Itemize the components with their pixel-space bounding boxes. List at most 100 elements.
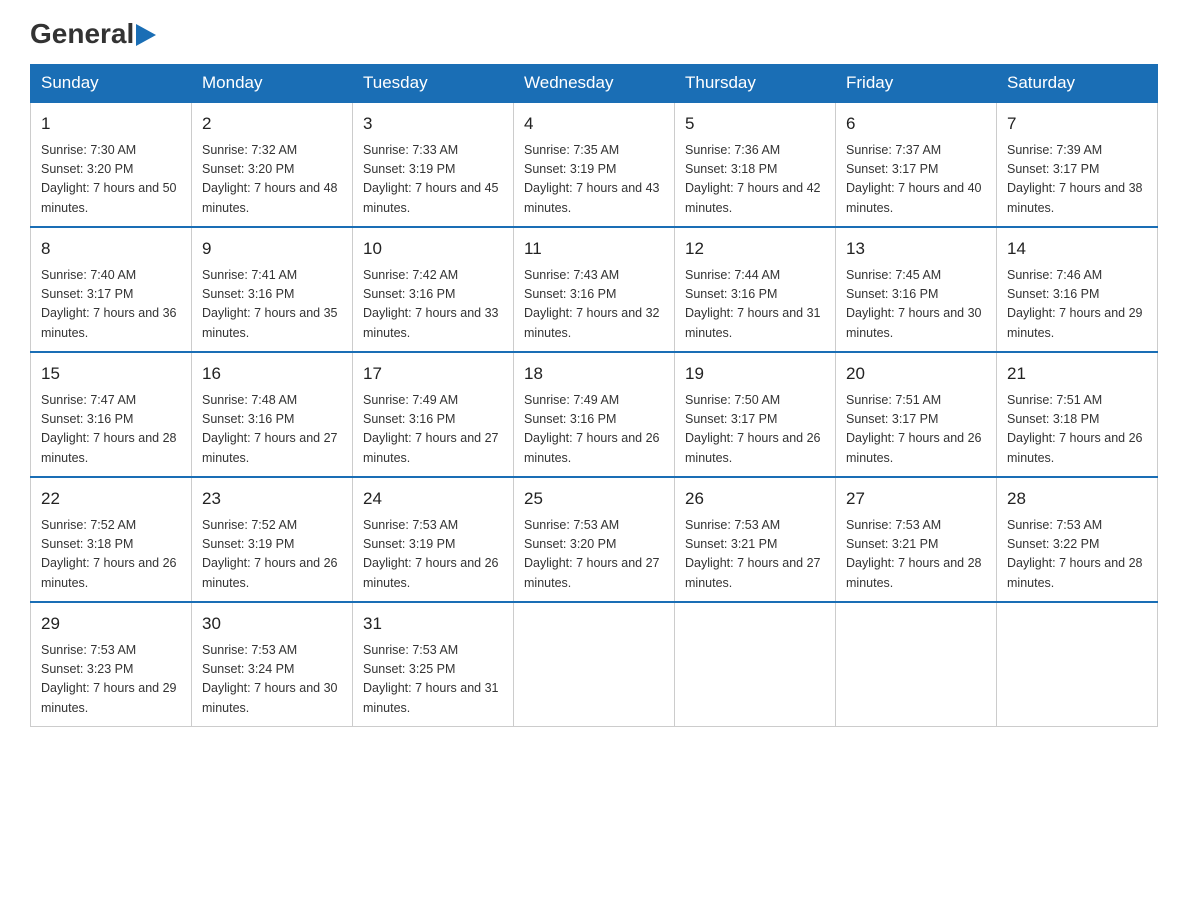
calendar-header: SundayMondayTuesdayWednesdayThursdayFrid… <box>31 65 1158 103</box>
weekday-header-monday: Monday <box>192 65 353 103</box>
day-number: 15 <box>41 361 181 387</box>
calendar-cell: 14 Sunrise: 7:46 AMSunset: 3:16 PMDayligh… <box>997 227 1158 352</box>
calendar-week-4: 22Sunrise: 7:52 AMSunset: 3:18 PMDayligh… <box>31 477 1158 602</box>
day-info: Sunrise: 7:37 AMSunset: 3:17 PMDaylight:… <box>846 141 986 219</box>
weekday-header-wednesday: Wednesday <box>514 65 675 103</box>
calendar-cell: 13 Sunrise: 7:45 AMSunset: 3:16 PMDayligh… <box>836 227 997 352</box>
day-info: Sunrise: 7:53 AMSunset: 3:24 PMDaylight:… <box>202 641 342 719</box>
day-number: 24 <box>363 486 503 512</box>
day-info: Sunrise: 7:52 AMSunset: 3:19 PMDaylight:… <box>202 516 342 594</box>
day-number: 30 <box>202 611 342 637</box>
calendar-week-1: 1 Sunrise: 7:30 AMSunset: 3:20 PMDaylight… <box>31 102 1158 227</box>
logo-main: General <box>30 20 156 48</box>
day-info: Sunrise: 7:43 AMSunset: 3:16 PMDaylight:… <box>524 266 664 344</box>
calendar-cell: 17 Sunrise: 7:49 AMSunset: 3:16 PMDayligh… <box>353 352 514 477</box>
day-info: Sunrise: 7:39 AMSunset: 3:17 PMDaylight:… <box>1007 141 1147 219</box>
day-number: 31 <box>363 611 503 637</box>
calendar-cell: 11 Sunrise: 7:43 AMSunset: 3:16 PMDayligh… <box>514 227 675 352</box>
day-info: Sunrise: 7:49 AMSunset: 3:16 PMDaylight:… <box>363 391 503 469</box>
day-info: Sunrise: 7:53 AMSunset: 3:21 PMDaylight:… <box>846 516 986 594</box>
calendar-cell: 19 Sunrise: 7:50 AMSunset: 3:17 PMDayligh… <box>675 352 836 477</box>
day-number: 20 <box>846 361 986 387</box>
day-info: Sunrise: 7:46 AMSunset: 3:16 PMDaylight:… <box>1007 266 1147 344</box>
calendar-cell <box>514 602 675 727</box>
calendar-table: SundayMondayTuesdayWednesdayThursdayFrid… <box>30 64 1158 727</box>
day-number: 4 <box>524 111 664 137</box>
day-info: Sunrise: 7:52 AMSunset: 3:18 PMDaylight:… <box>41 516 181 594</box>
day-number: 9 <box>202 236 342 262</box>
weekday-header-thursday: Thursday <box>675 65 836 103</box>
day-info: Sunrise: 7:35 AMSunset: 3:19 PMDaylight:… <box>524 141 664 219</box>
calendar-cell: 31 Sunrise: 7:53 AMSunset: 3:25 PMDayligh… <box>353 602 514 727</box>
day-number: 29 <box>41 611 181 637</box>
day-number: 27 <box>846 486 986 512</box>
day-info: Sunrise: 7:32 AMSunset: 3:20 PMDaylight:… <box>202 141 342 219</box>
calendar-cell: 1 Sunrise: 7:30 AMSunset: 3:20 PMDaylight… <box>31 102 192 227</box>
day-number: 11 <box>524 236 664 262</box>
day-number: 13 <box>846 236 986 262</box>
calendar-cell: 29 Sunrise: 7:53 AMSunset: 3:23 PMDayligh… <box>31 602 192 727</box>
calendar-cell: 7 Sunrise: 7:39 AMSunset: 3:17 PMDaylight… <box>997 102 1158 227</box>
weekday-header-friday: Friday <box>836 65 997 103</box>
day-number: 21 <box>1007 361 1147 387</box>
day-info: Sunrise: 7:51 AMSunset: 3:17 PMDaylight:… <box>846 391 986 469</box>
page-header: General <box>30 20 1158 46</box>
day-info: Sunrise: 7:45 AMSunset: 3:16 PMDaylight:… <box>846 266 986 344</box>
day-number: 6 <box>846 111 986 137</box>
day-number: 2 <box>202 111 342 137</box>
day-info: Sunrise: 7:53 AMSunset: 3:19 PMDaylight:… <box>363 516 503 594</box>
calendar-cell: 10Sunrise: 7:42 AMSunset: 3:16 PMDayligh… <box>353 227 514 352</box>
day-info: Sunrise: 7:49 AMSunset: 3:16 PMDaylight:… <box>524 391 664 469</box>
day-number: 7 <box>1007 111 1147 137</box>
calendar-cell: 23 Sunrise: 7:52 AMSunset: 3:19 PMDayligh… <box>192 477 353 602</box>
calendar-cell: 5 Sunrise: 7:36 AMSunset: 3:18 PMDaylight… <box>675 102 836 227</box>
day-info: Sunrise: 7:53 AMSunset: 3:23 PMDaylight:… <box>41 641 181 719</box>
day-number: 1 <box>41 111 181 137</box>
day-number: 25 <box>524 486 664 512</box>
calendar-cell: 3Sunrise: 7:33 AMSunset: 3:19 PMDaylight… <box>353 102 514 227</box>
calendar-cell: 20 Sunrise: 7:51 AMSunset: 3:17 PMDayligh… <box>836 352 997 477</box>
day-info: Sunrise: 7:53 AMSunset: 3:20 PMDaylight:… <box>524 516 664 594</box>
day-number: 26 <box>685 486 825 512</box>
day-info: Sunrise: 7:51 AMSunset: 3:18 PMDaylight:… <box>1007 391 1147 469</box>
weekday-header-sunday: Sunday <box>31 65 192 103</box>
day-info: Sunrise: 7:36 AMSunset: 3:18 PMDaylight:… <box>685 141 825 219</box>
calendar-cell: 9 Sunrise: 7:41 AMSunset: 3:16 PMDaylight… <box>192 227 353 352</box>
calendar-cell: 21 Sunrise: 7:51 AMSunset: 3:18 PMDayligh… <box>997 352 1158 477</box>
calendar-cell <box>675 602 836 727</box>
day-info: Sunrise: 7:30 AMSunset: 3:20 PMDaylight:… <box>41 141 181 219</box>
calendar-cell: 2 Sunrise: 7:32 AMSunset: 3:20 PMDaylight… <box>192 102 353 227</box>
calendar-cell: 4 Sunrise: 7:35 AMSunset: 3:19 PMDaylight… <box>514 102 675 227</box>
day-number: 5 <box>685 111 825 137</box>
day-number: 3 <box>363 111 503 137</box>
logo: General <box>30 20 156 46</box>
day-number: 14 <box>1007 236 1147 262</box>
day-number: 18 <box>524 361 664 387</box>
calendar-cell: 25 Sunrise: 7:53 AMSunset: 3:20 PMDayligh… <box>514 477 675 602</box>
day-number: 10 <box>363 236 503 262</box>
calendar-cell: 12Sunrise: 7:44 AMSunset: 3:16 PMDayligh… <box>675 227 836 352</box>
day-number: 16 <box>202 361 342 387</box>
calendar-cell: 24 Sunrise: 7:53 AMSunset: 3:19 PMDayligh… <box>353 477 514 602</box>
day-info: Sunrise: 7:41 AMSunset: 3:16 PMDaylight:… <box>202 266 342 344</box>
day-number: 28 <box>1007 486 1147 512</box>
calendar-week-2: 8Sunrise: 7:40 AMSunset: 3:17 PMDaylight… <box>31 227 1158 352</box>
day-info: Sunrise: 7:50 AMSunset: 3:17 PMDaylight:… <box>685 391 825 469</box>
weekday-header-tuesday: Tuesday <box>353 65 514 103</box>
calendar-cell <box>836 602 997 727</box>
weekday-header-saturday: Saturday <box>997 65 1158 103</box>
calendar-cell: 28 Sunrise: 7:53 AMSunset: 3:22 PMDayligh… <box>997 477 1158 602</box>
calendar-week-3: 15Sunrise: 7:47 AMSunset: 3:16 PMDayligh… <box>31 352 1158 477</box>
day-number: 23 <box>202 486 342 512</box>
day-info: Sunrise: 7:53 AMSunset: 3:22 PMDaylight:… <box>1007 516 1147 594</box>
day-number: 17 <box>363 361 503 387</box>
day-number: 8 <box>41 236 181 262</box>
calendar-cell: 30 Sunrise: 7:53 AMSunset: 3:24 PMDayligh… <box>192 602 353 727</box>
calendar-cell: 6 Sunrise: 7:37 AMSunset: 3:17 PMDaylight… <box>836 102 997 227</box>
calendar-cell: 16Sunrise: 7:48 AMSunset: 3:16 PMDayligh… <box>192 352 353 477</box>
day-number: 19 <box>685 361 825 387</box>
calendar-cell: 8Sunrise: 7:40 AMSunset: 3:17 PMDaylight… <box>31 227 192 352</box>
day-info: Sunrise: 7:53 AMSunset: 3:21 PMDaylight:… <box>685 516 825 594</box>
day-info: Sunrise: 7:53 AMSunset: 3:25 PMDaylight:… <box>363 641 503 719</box>
day-info: Sunrise: 7:44 AMSunset: 3:16 PMDaylight:… <box>685 266 825 344</box>
